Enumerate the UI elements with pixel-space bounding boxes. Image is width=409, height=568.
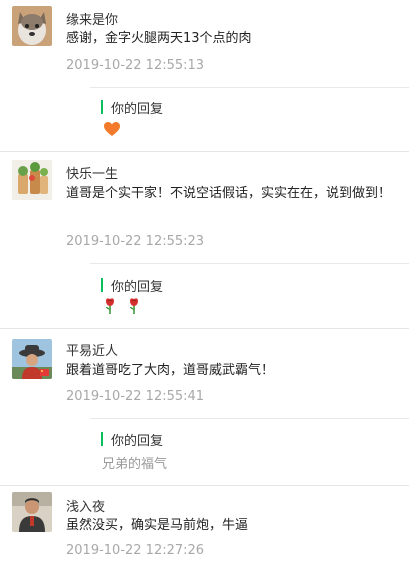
- comment-text: 跟着道哥吃了大肉，道哥威武霸气！: [66, 363, 275, 378]
- heart-icon: [103, 121, 121, 141]
- comment-time: 2019-10-22 12:27:26: [66, 543, 205, 558]
- comment-text: 虽然没买，确实是马前炮，牛逼: [66, 518, 249, 533]
- comment-item: 浅入夜 虽然没买，确实是马前炮，牛逼 2019-10-22 12:27:26: [0, 486, 409, 568]
- comment-text: 感谢，金字火腿两天13个点的肉: [66, 31, 252, 46]
- comment-text: 道哥是个实干家！不说空话假话，实实在在，说到做到！: [66, 186, 392, 201]
- commenter-name: 缘来是你: [66, 13, 119, 28]
- rose-icon: [127, 297, 141, 319]
- commenter-name: 浅入夜: [66, 500, 106, 515]
- reply-divider: [90, 87, 409, 88]
- commenter-name: 快乐一生: [66, 167, 119, 182]
- reply-label: 你的回复: [101, 430, 163, 449]
- reply-label: 你的回复: [101, 276, 163, 295]
- reply-label: 你的回复: [101, 98, 163, 117]
- comment-item: 快乐一生 道哥是个实干家！不说空话假话，实实在在，说到做到！ 2019-10-2…: [0, 152, 409, 327]
- reply-divider: [90, 263, 409, 264]
- commenter-name: 平易近人: [66, 344, 119, 359]
- comment-item: 平易近人 跟着道哥吃了大肉，道哥威武霸气！ 2019-10-22 12:55:4…: [0, 329, 409, 484]
- avatar[interactable]: [12, 6, 52, 46]
- comment-time: 2019-10-22 12:55:13: [66, 58, 205, 73]
- comment-time: 2019-10-22 12:55:23: [66, 234, 205, 249]
- reply-text: 兄弟的福气: [102, 457, 168, 472]
- reply-divider: [90, 418, 409, 419]
- reply-content: [103, 121, 121, 141]
- comment-item: 缘来是你 感谢，金字火腿两天13个点的肉 2019-10-22 12:55:13…: [0, 0, 409, 150]
- avatar[interactable]: [12, 160, 52, 200]
- comment-time: 2019-10-22 12:55:41: [66, 389, 205, 404]
- avatar[interactable]: [12, 339, 52, 379]
- reply-content: [103, 297, 141, 319]
- comment-list: 缘来是你 感谢，金字火腿两天13个点的肉 2019-10-22 12:55:13…: [0, 0, 409, 568]
- rose-icon: [103, 297, 117, 319]
- avatar[interactable]: [12, 492, 52, 532]
